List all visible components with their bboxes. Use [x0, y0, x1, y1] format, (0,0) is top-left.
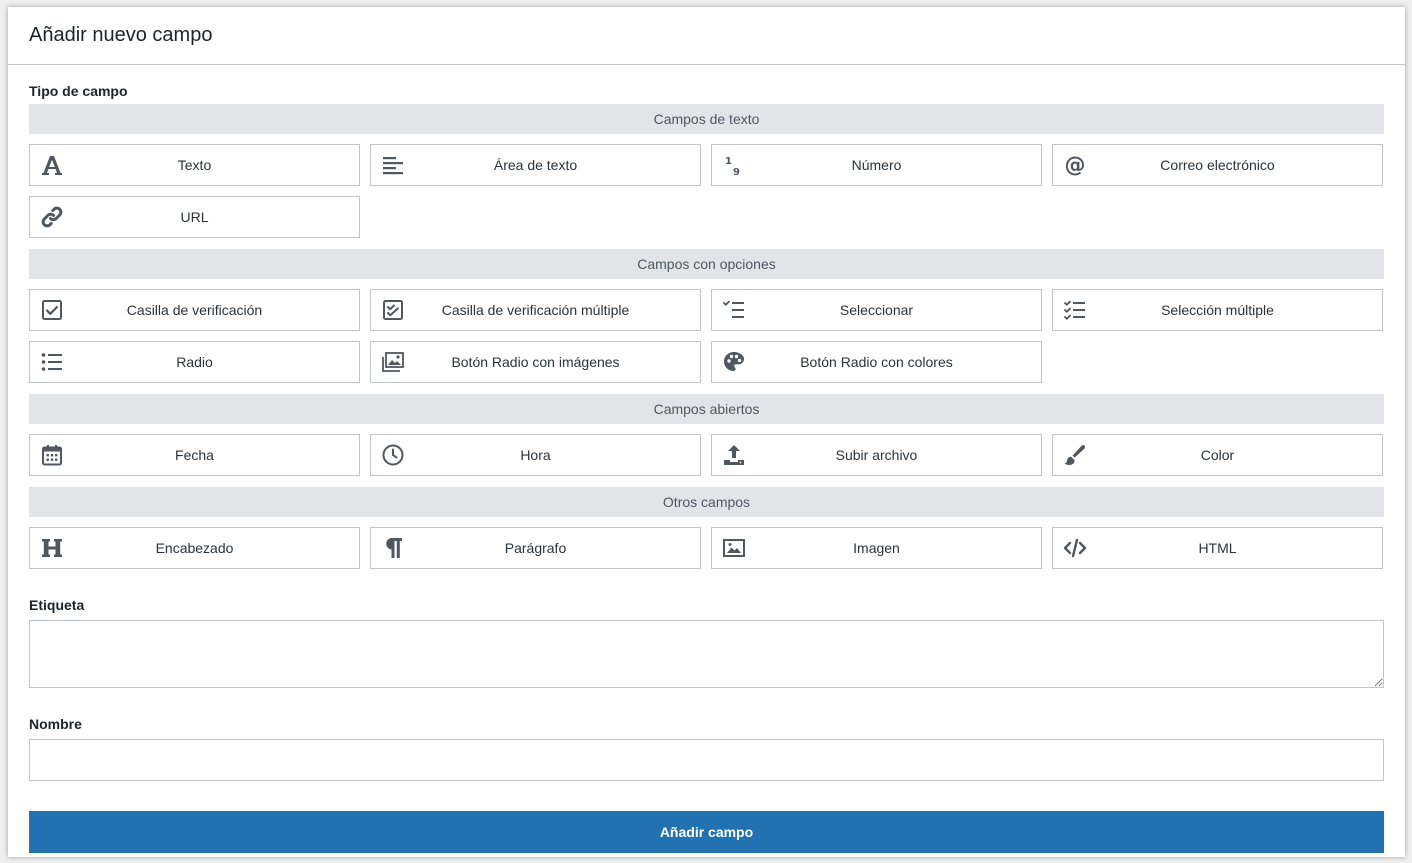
field-type-hora[interactable]: Hora: [370, 434, 701, 476]
field-type-paragrafo[interactable]: Parágrafo: [370, 527, 701, 569]
name-input[interactable]: [29, 739, 1384, 781]
image-icon: [722, 536, 746, 560]
field-type-label: Área de texto: [493, 157, 578, 173]
field-type-grid: Encabezado Parágrafo Imagen HTML: [29, 527, 1384, 569]
field-type-label: Parágrafo: [504, 540, 567, 556]
section-header-campos-abiertos: Campos abiertos: [29, 394, 1384, 424]
field-type-seleccion-multiple[interactable]: Selección múltiple: [1052, 289, 1383, 331]
checkbox-multiple-icon: [381, 298, 405, 322]
field-type-label: Seleccionar: [839, 302, 914, 318]
at-sign-icon: @: [1063, 153, 1087, 177]
field-type-correo-electronico[interactable]: @ Correo electrónico: [1052, 144, 1383, 186]
field-type-grid: Texto Área de texto 1 9 Número @ Correo electr…: [29, 144, 1384, 238]
field-type-label: Texto: [177, 157, 212, 173]
field-type-label: Imagen: [853, 540, 900, 556]
clock-icon: [381, 443, 405, 467]
field-type-label: Casilla de verificación múltiple: [441, 302, 630, 318]
field-type-numero[interactable]: 1 9 Número: [711, 144, 1042, 186]
field-type-label: Encabezado: [155, 540, 234, 556]
panel-title: Añadir nuevo campo: [29, 24, 213, 46]
field-type-label: Botón Radio con imágenes: [451, 354, 620, 370]
field-type-radio[interactable]: Radio: [29, 341, 360, 383]
link-icon: [40, 205, 64, 229]
heading-icon: [40, 536, 64, 560]
text-letter-icon: [40, 153, 64, 177]
field-type-area-de-texto[interactable]: Área de texto: [370, 144, 701, 186]
field-type-label: Radio: [176, 354, 213, 370]
field-type-sections: Campos de texto Texto Área de texto 1 9 Númer…: [29, 104, 1384, 569]
label-textarea[interactable]: [29, 620, 1384, 688]
section-header-campos-de-texto: Campos de texto: [29, 104, 1384, 134]
field-type-casilla-de-verificacion[interactable]: Casilla de verificación: [29, 289, 360, 331]
field-type-label: Subir archivo: [835, 447, 918, 463]
add-field-button[interactable]: Añadir campo: [29, 811, 1384, 853]
panel-header: Añadir nuevo campo: [8, 7, 1405, 65]
section-header-otros-campos: Otros campos: [29, 487, 1384, 517]
svg-text:1: 1: [725, 156, 732, 167]
label-field-label: Etiqueta: [29, 597, 85, 613]
field-type-boton-radio-con-imagenes[interactable]: Botón Radio con imágenes: [370, 341, 701, 383]
field-type-label: Selección múltiple: [1161, 302, 1274, 318]
field-type-boton-radio-con-colores[interactable]: Botón Radio con colores: [711, 341, 1042, 383]
multi-select-list-icon: [1063, 298, 1087, 322]
field-type-grid: Casilla de verificación Casilla de verifi…: [29, 289, 1384, 383]
paragraph-icon: [381, 536, 405, 560]
upload-icon: [722, 443, 746, 467]
add-field-panel: Añadir nuevo campo Tipo de campo Campos …: [8, 7, 1405, 857]
svg-text:@: @: [1065, 153, 1086, 177]
field-type-label: Hora: [520, 447, 551, 463]
field-type-casilla-de-verificacion-multiple[interactable]: Casilla de verificación múltiple: [370, 289, 701, 331]
field-type-label: HTML: [1198, 540, 1237, 556]
paintbrush-icon: [1063, 443, 1087, 467]
section-header-campos-con-opciones: Campos con opciones: [29, 249, 1384, 279]
svg-text:9: 9: [733, 167, 740, 177]
calendar-icon: [40, 443, 64, 467]
name-field-label: Nombre: [29, 716, 82, 732]
code-icon: [1063, 536, 1087, 560]
number-icon: 19: [722, 153, 746, 177]
field-type-html[interactable]: HTML: [1052, 527, 1383, 569]
field-type-grid: Fecha Hora Subir archivo Color: [29, 434, 1384, 476]
field-type-subir-archivo[interactable]: Subir archivo: [711, 434, 1042, 476]
field-type-encabezado[interactable]: Encabezado: [29, 527, 360, 569]
field-type-label: Número: [851, 157, 902, 173]
field-type-label: Casilla de verificación: [126, 302, 263, 318]
field-type-texto[interactable]: Texto: [29, 144, 360, 186]
field-type-label: Fecha: [175, 447, 214, 463]
field-type-fecha[interactable]: Fecha: [29, 434, 360, 476]
images-icon: [381, 350, 405, 374]
field-type-label: Color: [1200, 447, 1235, 463]
field-type-seleccionar[interactable]: Seleccionar: [711, 289, 1042, 331]
select-list-icon: [722, 298, 746, 322]
field-type-imagen[interactable]: Imagen: [711, 527, 1042, 569]
field-type-label: Botón Radio con colores: [800, 354, 953, 370]
textarea-lines-icon: [381, 153, 405, 177]
checkbox-icon: [40, 298, 64, 322]
field-type-label: Tipo de campo: [29, 83, 128, 99]
field-type-color[interactable]: Color: [1052, 434, 1383, 476]
panel-body: Tipo de campo Campos de texto Texto Área d…: [8, 65, 1405, 853]
field-type-label: Correo electrónico: [1160, 157, 1275, 173]
palette-icon: [722, 350, 746, 374]
field-type-url[interactable]: URL: [29, 196, 360, 238]
field-type-label: URL: [180, 209, 209, 225]
radio-list-icon: [40, 350, 64, 374]
